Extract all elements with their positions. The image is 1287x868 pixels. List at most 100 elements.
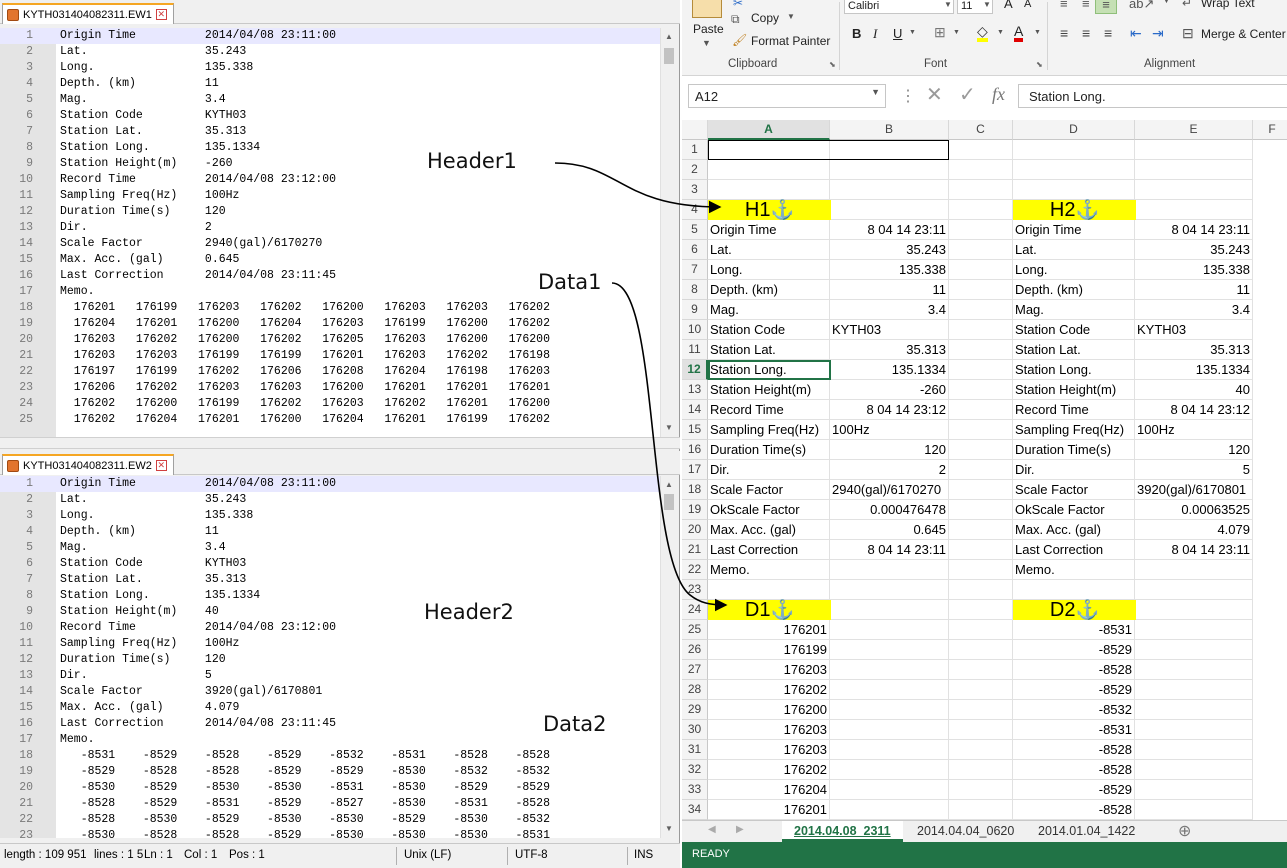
data-cell[interactable]: 176201 [708, 620, 830, 640]
align-bottom-icon[interactable]: ≡ [1095, 0, 1117, 14]
editor-line[interactable]: 1 Origin Time 2014/04/08 23:11:00 [0, 476, 660, 492]
grid-cell[interactable] [949, 220, 1013, 240]
header-value-cell[interactable]: 11 [1135, 280, 1253, 300]
row-header[interactable]: 10 [682, 320, 708, 340]
underline-icon[interactable]: U [893, 26, 902, 41]
editor-line[interactable]: 11 Sampling Freq(Hz) 100Hz [0, 636, 660, 652]
vertical-scrollbar[interactable]: ▲ ▼ [660, 28, 676, 437]
grid-cell[interactable] [949, 380, 1013, 400]
grid-cell[interactable] [949, 580, 1013, 600]
column-header-e[interactable]: E [1135, 120, 1253, 140]
editor-pane-ew2[interactable]: 1 Origin Time 2014/04/08 23:11:00 2 Lat. 35… [0, 476, 676, 838]
grid-cell[interactable] [949, 400, 1013, 420]
header-value-cell[interactable]: 8 04 14 23:11 [830, 220, 949, 240]
editor-line[interactable]: 11 Sampling Freq(Hz) 100Hz [0, 188, 660, 204]
header-label-cell[interactable]: Depth. (km) [708, 280, 830, 300]
grid-cell[interactable] [1135, 620, 1253, 640]
header-label-cell[interactable]: OkScale Factor [1013, 500, 1135, 520]
grid-cell[interactable] [949, 320, 1013, 340]
worksheet-grid[interactable]: A B C D E F 1 2 3 4 5 6 7 8 9 10 11 12 13 14 15 16 17 18 19 20 21 2… [682, 120, 1287, 820]
data-cell[interactable]: -8529 [1013, 780, 1135, 800]
editor-line[interactable]: 19 -8529 -8528 -8528 -8529 -8529 -8530 -… [0, 764, 660, 780]
insert-function-icon[interactable]: fx [992, 84, 1005, 105]
editor-line[interactable]: 25 176202 176204 176201 176200 176204 17… [0, 412, 660, 428]
underline-dropdown-icon[interactable]: ▼ [909, 29, 916, 36]
grid-cell[interactable] [949, 740, 1013, 760]
editor-line[interactable]: 13 Dir. 2 [0, 220, 660, 236]
data-cell[interactable]: 176204 [708, 780, 830, 800]
header-label-cell[interactable]: Station Code [1013, 320, 1135, 340]
file-tab-ew1[interactable]: KYTH031404082311.EW1 ✕ [2, 3, 174, 24]
header-label-cell[interactable]: Station Lat. [708, 340, 830, 360]
row-header[interactable]: 24 [682, 600, 708, 620]
header-value-cell[interactable]: 11 [830, 280, 949, 300]
grid-cell[interactable] [830, 800, 949, 820]
header-value-cell[interactable]: 100Hz [830, 420, 949, 440]
align-center-icon[interactable]: ≡ [1082, 25, 1090, 41]
editor-line[interactable]: 21 -8528 -8529 -8531 -8529 -8527 -8530 -… [0, 796, 660, 812]
editor-line[interactable]: 18 176201 176199 176203 176202 176200 17… [0, 300, 660, 316]
row-header[interactable]: 7 [682, 260, 708, 280]
row-header[interactable]: 5 [682, 220, 708, 240]
bold-icon[interactable]: B [852, 26, 861, 41]
header-label-cell[interactable]: OkScale Factor [708, 500, 830, 520]
scroll-up-icon[interactable]: ▲ [661, 30, 676, 44]
row-header[interactable]: 32 [682, 760, 708, 780]
editor-line[interactable]: 21 176203 176203 176199 176199 176201 17… [0, 348, 660, 364]
orientation-icon[interactable]: ab↗ [1129, 0, 1154, 12]
scroll-tabs-right-icon[interactable]: ▶ [736, 824, 744, 835]
editor-line[interactable]: 7 Station Lat. 35.313 [0, 572, 660, 588]
editor-line[interactable]: 5 Mag. 3.4 [0, 92, 660, 108]
editor-line[interactable]: 12 Duration Time(s) 120 [0, 652, 660, 668]
grid-cell[interactable] [1135, 180, 1253, 200]
row-header[interactable]: 15 [682, 420, 708, 440]
file-tab-ew2[interactable]: KYTH031404082311.EW2 ✕ [2, 454, 174, 475]
grid-cell[interactable] [1135, 740, 1253, 760]
header-value-cell[interactable]: 35.243 [1135, 240, 1253, 260]
shrink-font-icon[interactable]: A [1024, 0, 1031, 10]
sheet-tab-active[interactable]: 2014.04.08_2311 [782, 821, 903, 842]
grid-cell[interactable] [949, 800, 1013, 820]
close-tab-icon[interactable]: ✕ [155, 9, 167, 20]
row-header[interactable]: 12 [682, 360, 708, 380]
header-label-cell[interactable]: Station Code [708, 320, 830, 340]
grid-cell[interactable] [1013, 180, 1135, 200]
header-value-cell[interactable]: 3.4 [1135, 300, 1253, 320]
align-right-icon[interactable]: ≡ [1104, 25, 1112, 41]
header-label-cell[interactable]: Origin Time [1013, 220, 1135, 240]
grid-cell[interactable] [949, 140, 1013, 160]
grid-cell[interactable] [830, 160, 949, 180]
grid-cell[interactable] [1135, 700, 1253, 720]
format-painter-button[interactable]: Format Painter [751, 34, 830, 48]
grid-cell[interactable] [949, 340, 1013, 360]
scroll-tabs-left-icon[interactable]: ◀ [708, 824, 716, 835]
row-header[interactable]: 6 [682, 240, 708, 260]
row-header[interactable]: 21 [682, 540, 708, 560]
grid-cell[interactable] [949, 360, 1013, 380]
scroll-thumb[interactable] [664, 48, 674, 64]
data-cell[interactable]: -8531 [1013, 720, 1135, 740]
name-box[interactable]: A12 ▼ [688, 84, 886, 108]
data-cell[interactable]: 176202 [708, 760, 830, 780]
editor-line[interactable]: 10 Record Time 2014/04/08 23:12:00 [0, 172, 660, 188]
editor-line[interactable]: 13 Dir. 5 [0, 668, 660, 684]
header-label-cell[interactable]: Origin Time [708, 220, 830, 240]
grid-cell[interactable] [708, 160, 830, 180]
column-header-d[interactable]: D [1013, 120, 1135, 140]
header-label-cell[interactable]: Sampling Freq(Hz) [1013, 420, 1135, 440]
fill-color-icon[interactable]: ◇ [977, 24, 988, 42]
orientation-dropdown-icon[interactable]: ▼ [1163, 0, 1170, 5]
grid-cell[interactable] [949, 160, 1013, 180]
data-cell[interactable]: 176203 [708, 720, 830, 740]
row-header[interactable]: 30 [682, 720, 708, 740]
column-header-a[interactable]: A [708, 120, 830, 140]
header-label-cell[interactable]: Depth. (km) [1013, 280, 1135, 300]
grid-cell[interactable] [830, 600, 949, 620]
editor-line[interactable]: 15 Max. Acc. (gal) 0.645 [0, 252, 660, 268]
editor-line[interactable]: 5 Mag. 3.4 [0, 540, 660, 556]
header-value-cell[interactable] [1135, 560, 1253, 580]
data-cell[interactable]: -8528 [1013, 740, 1135, 760]
data-cell[interactable]: -8528 [1013, 800, 1135, 820]
grid-cell[interactable] [830, 740, 949, 760]
select-all-corner[interactable] [682, 120, 708, 140]
